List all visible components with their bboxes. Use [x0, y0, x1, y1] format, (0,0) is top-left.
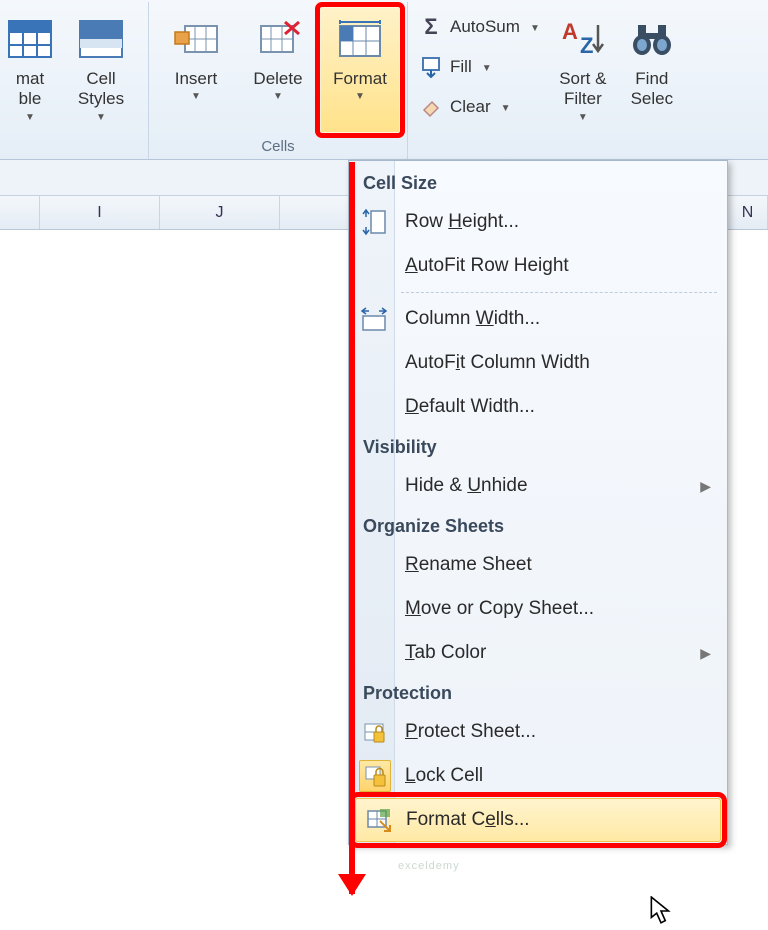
- sigma-icon: Σ: [418, 14, 444, 40]
- chevron-down-icon: ▼: [530, 23, 540, 34]
- insert-label: Insert: [175, 69, 218, 89]
- menu-item-label: Protect Sheet...: [405, 721, 536, 743]
- ribbon: mat ble ▼ Cell Styles ▼ Insert ▼: [0, 0, 768, 160]
- fill-down-icon: [418, 54, 444, 80]
- cell-styles-button[interactable]: Cell Styles ▼: [60, 6, 142, 134]
- format-dropdown-menu: Cell Size Row Height... AutoFit Row Heig…: [348, 160, 728, 845]
- menu-tab-color[interactable]: Tab Color ▶: [351, 631, 725, 675]
- column-width-icon: [359, 304, 389, 334]
- chevron-down-icon: ▼: [355, 91, 365, 103]
- format-button[interactable]: Format ▼: [319, 6, 401, 134]
- fill-button[interactable]: Fill ▼: [418, 50, 540, 84]
- format-cells-icon: [336, 15, 384, 63]
- ribbon-group-styles: mat ble ▼ Cell Styles ▼: [0, 2, 149, 159]
- format-table-label: mat ble: [16, 69, 44, 110]
- autosum-button[interactable]: Σ AutoSum ▼: [418, 10, 540, 44]
- menu-item-label: Tab Color: [405, 642, 486, 664]
- menu-autofit-column[interactable]: AutoFit Column Width: [351, 341, 725, 385]
- col-header-I[interactable]: I: [40, 196, 160, 229]
- chevron-down-icon: ▼: [578, 112, 588, 124]
- clear-label: Clear: [450, 97, 491, 117]
- menu-protect-sheet[interactable]: Protect Sheet...: [351, 710, 725, 754]
- cells-group-label: Cells: [149, 138, 407, 155]
- chevron-down-icon: ▼: [273, 91, 283, 103]
- section-organize: Organize Sheets: [351, 508, 725, 543]
- col-header-J[interactable]: J: [160, 196, 280, 229]
- binoculars-icon: [628, 15, 676, 63]
- menu-autofit-row[interactable]: AutoFit Row Height: [351, 244, 725, 288]
- find-select-button[interactable]: Find Selec: [622, 6, 682, 134]
- delete-cells-icon: [254, 15, 302, 63]
- lock-cell-icon: [359, 760, 391, 792]
- menu-format-cells[interactable]: Format Cells...: [355, 798, 721, 842]
- menu-item-label: Rename Sheet: [405, 554, 532, 576]
- menu-column-width[interactable]: Column Width...: [351, 297, 725, 341]
- menu-separator: [401, 292, 717, 293]
- clear-button[interactable]: Clear ▼: [418, 90, 540, 124]
- chevron-down-icon: ▼: [482, 63, 492, 74]
- ribbon-group-editing: Σ AutoSum ▼ Fill ▼ Clear ▼: [408, 2, 688, 159]
- menu-item-label: Hide & Unhide: [405, 475, 528, 497]
- menu-default-width[interactable]: Default Width...: [351, 385, 725, 429]
- format-cells-dialog-icon: [364, 805, 394, 835]
- delete-button[interactable]: Delete ▼: [237, 6, 319, 134]
- menu-item-label: Lock Cell: [405, 765, 483, 787]
- sort-filter-icon: AZ: [559, 15, 607, 63]
- insert-cells-icon: [172, 15, 220, 63]
- menu-item-label: Format Cells...: [406, 809, 530, 831]
- section-cell-size: Cell Size: [351, 165, 725, 200]
- watermark: exceldemy: [398, 860, 460, 872]
- menu-item-label: AutoFit Row Height: [405, 255, 569, 277]
- menu-move-copy[interactable]: Move or Copy Sheet...: [351, 587, 725, 631]
- menu-lock-cell[interactable]: Lock Cell: [351, 754, 725, 798]
- format-label: Format: [333, 69, 387, 89]
- menu-item-label: Column Width...: [405, 308, 540, 330]
- insert-button[interactable]: Insert ▼: [155, 6, 237, 134]
- submenu-arrow-icon: ▶: [700, 645, 711, 662]
- annotation-arrow: [349, 162, 355, 894]
- find-select-label: Find Selec: [631, 69, 674, 110]
- sort-filter-button[interactable]: AZ Sort & Filter ▼: [544, 6, 622, 134]
- section-protection: Protection: [351, 675, 725, 710]
- menu-rename-sheet[interactable]: Rename Sheet: [351, 543, 725, 587]
- menu-item-label: AutoFit Column Width: [405, 352, 590, 374]
- submenu-arrow-icon: ▶: [700, 478, 711, 495]
- format-as-table-button[interactable]: mat ble ▼: [0, 6, 60, 134]
- menu-item-label: Row Height...: [405, 211, 519, 233]
- fill-label: Fill: [450, 57, 472, 77]
- menu-hide-unhide[interactable]: Hide & Unhide ▶: [351, 464, 725, 508]
- sort-filter-label: Sort & Filter: [559, 69, 606, 110]
- col-header-blank[interactable]: [0, 196, 40, 229]
- protect-sheet-icon: [359, 717, 389, 747]
- menu-row-height[interactable]: Row Height...: [351, 200, 725, 244]
- chevron-down-icon: ▼: [96, 112, 106, 124]
- col-header-N[interactable]: N: [728, 196, 768, 229]
- row-height-icon: [359, 207, 389, 237]
- svg-text:A: A: [562, 19, 578, 44]
- chevron-down-icon: ▼: [501, 103, 511, 114]
- section-visibility: Visibility: [351, 429, 725, 464]
- delete-label: Delete: [253, 69, 302, 89]
- autosum-label: AutoSum: [450, 17, 520, 37]
- chevron-down-icon: ▼: [25, 112, 35, 124]
- ribbon-group-cells: Insert ▼ Delete ▼ Format ▼ Cells: [149, 2, 408, 159]
- eraser-icon: [418, 94, 444, 120]
- format-table-icon: [6, 15, 54, 63]
- menu-item-label: Move or Copy Sheet...: [405, 598, 594, 620]
- svg-text:Z: Z: [580, 33, 593, 58]
- chevron-down-icon: ▼: [191, 91, 201, 103]
- cell-styles-icon: [77, 15, 125, 63]
- menu-item-label: Default Width...: [405, 396, 535, 418]
- cell-styles-label: Cell Styles: [78, 69, 124, 110]
